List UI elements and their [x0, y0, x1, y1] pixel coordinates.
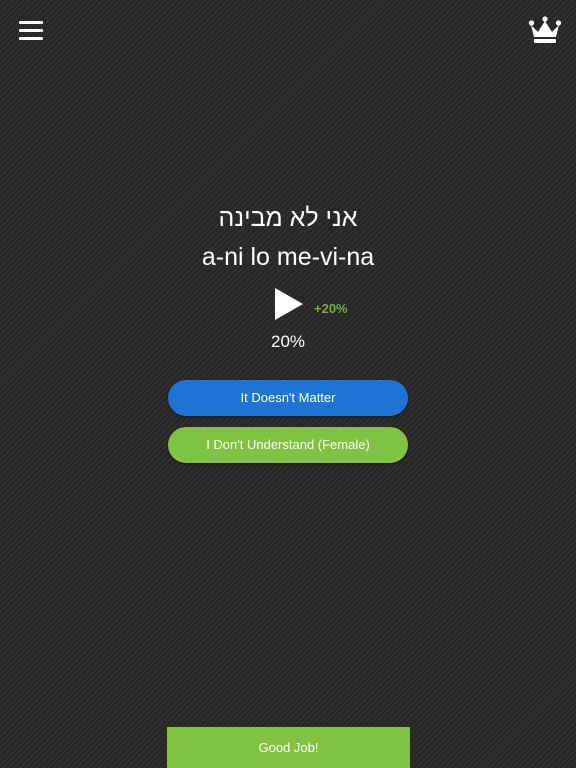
- progress-percent: 20%: [270, 332, 306, 351]
- answer-button-it-doesnt-matter[interactable]: It Doesn't Matter: [168, 380, 408, 416]
- play-icon: [275, 288, 303, 320]
- premium-button[interactable]: [528, 16, 562, 46]
- good-job-button[interactable]: Good Job!: [167, 727, 410, 768]
- transliteration: a-ni lo me-vi-na: [201, 243, 375, 271]
- answer-button-i-dont-understand[interactable]: I Don't Understand (Female): [168, 427, 408, 463]
- bonus-percent: +20%: [314, 301, 348, 316]
- hebrew-phrase: אני לא מבינה: [218, 204, 358, 232]
- crown-icon: [528, 16, 562, 43]
- menu-button[interactable]: [19, 20, 43, 40]
- play-audio-button[interactable]: [270, 286, 306, 322]
